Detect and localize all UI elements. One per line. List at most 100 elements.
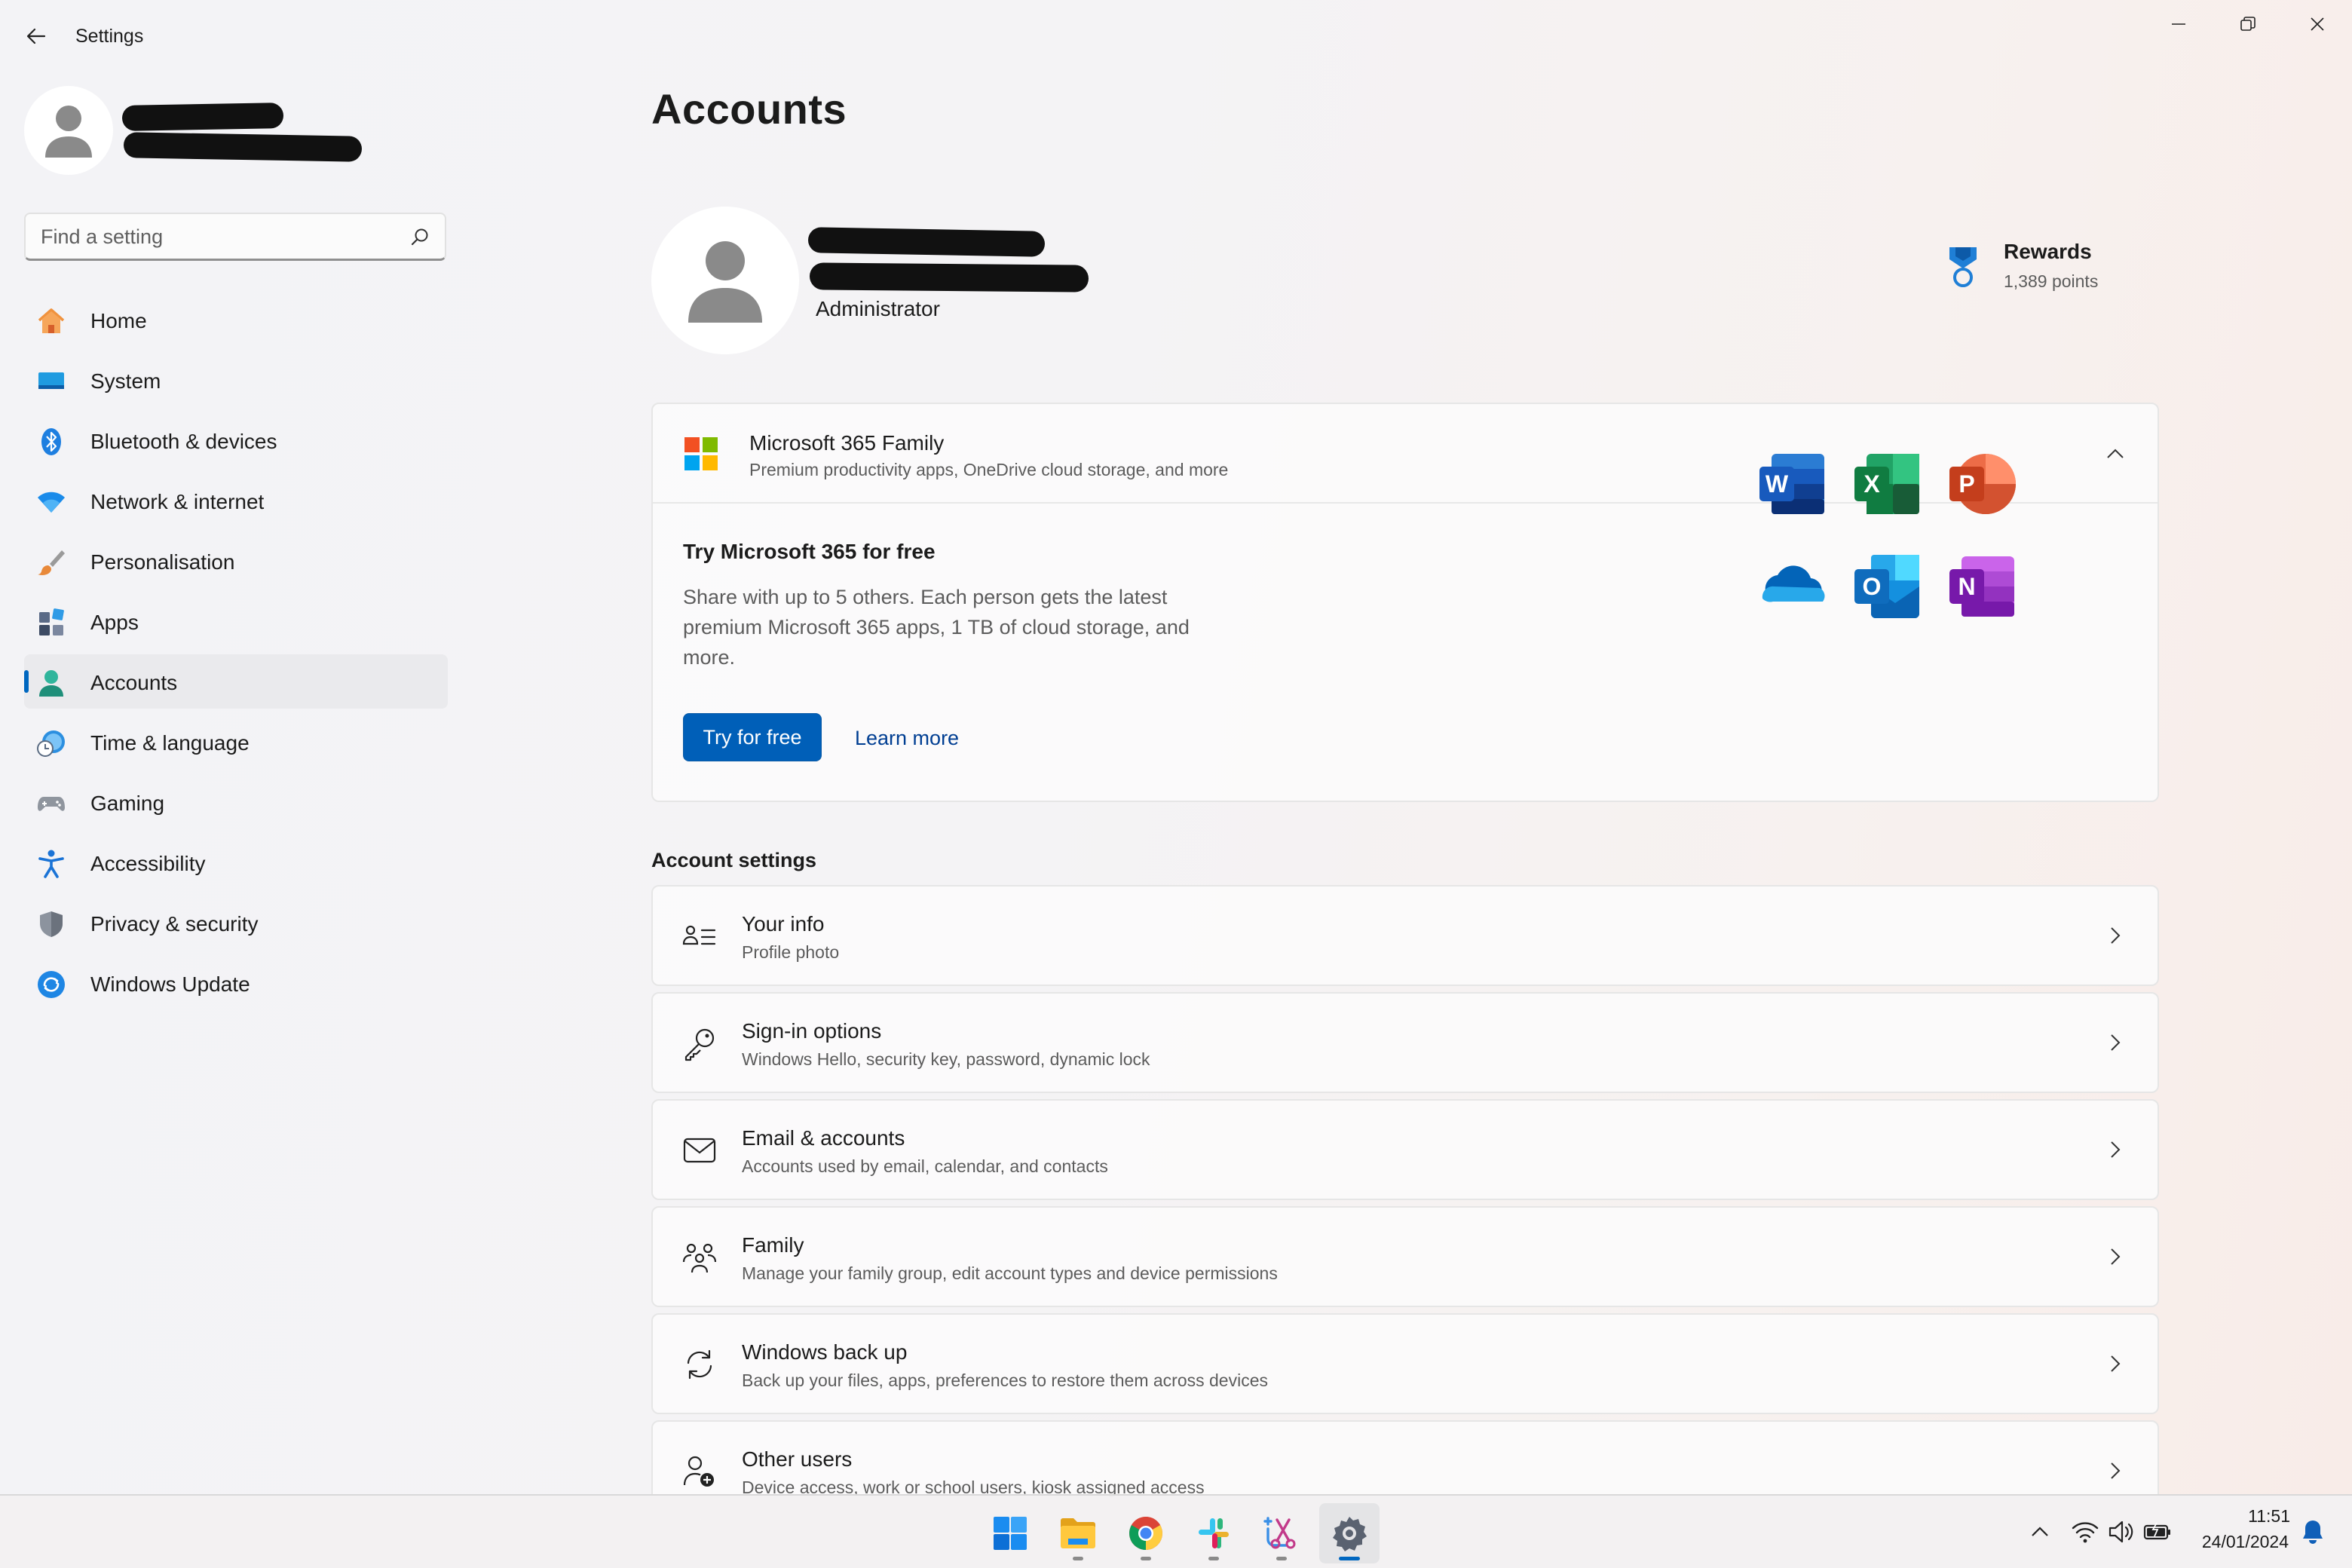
add-user-icon bbox=[683, 1456, 714, 1487]
taskbar-start-button[interactable] bbox=[980, 1503, 1040, 1563]
sidebar-item-windows-update[interactable]: Windows Update bbox=[24, 956, 448, 1010]
rewards-medal-icon bbox=[1949, 247, 1977, 287]
close-button[interactable] bbox=[2283, 3, 2352, 45]
person-icon bbox=[688, 241, 762, 323]
chevron-up-icon[interactable] bbox=[2103, 442, 2127, 466]
sidebar-item-time-language[interactable]: Time & language bbox=[24, 715, 448, 769]
sidebar-item-label: Gaming bbox=[90, 792, 165, 815]
back-button[interactable] bbox=[14, 15, 59, 57]
redacted-user-email bbox=[123, 132, 363, 162]
sidebar-item-system[interactable]: System bbox=[24, 353, 448, 407]
back-arrow-icon bbox=[26, 28, 46, 44]
row-title: Windows back up bbox=[742, 1340, 908, 1364]
running-indicator bbox=[1141, 1557, 1151, 1560]
rewards-widget[interactable]: Rewards 1,389 points bbox=[1945, 238, 2171, 299]
sidebar-item-accessibility[interactable]: Accessibility bbox=[24, 835, 448, 890]
sidebar-item-label: Personalisation bbox=[90, 550, 235, 574]
volume-icon[interactable] bbox=[2106, 1517, 2136, 1547]
redacted-account-name bbox=[807, 227, 1046, 257]
restore-button[interactable] bbox=[2213, 3, 2283, 45]
word-letter: W bbox=[1759, 467, 1794, 501]
shield-icon bbox=[40, 911, 63, 937]
search-icon[interactable] bbox=[410, 227, 430, 247]
title-bar: Settings bbox=[0, 0, 2352, 72]
wifi-tray-icon[interactable] bbox=[2070, 1517, 2100, 1547]
m365-title: Microsoft 365 Family bbox=[749, 431, 945, 455]
user-avatar[interactable] bbox=[24, 86, 113, 175]
clock-time[interactable]: 11:51 bbox=[2170, 1506, 2290, 1527]
sidebar-item-label: Windows Update bbox=[90, 972, 250, 996]
clock-globe-icon bbox=[37, 730, 65, 757]
rewards-points: 1,389 points bbox=[2004, 271, 2099, 291]
sidebar-item-personalisation[interactable]: Personalisation bbox=[24, 534, 448, 588]
running-indicator bbox=[1073, 1557, 1083, 1560]
sidebar-item-accounts[interactable]: Accounts bbox=[24, 654, 448, 709]
minimize-button[interactable] bbox=[2144, 3, 2213, 45]
gamepad-icon bbox=[38, 797, 65, 811]
outlook-letter: O bbox=[1854, 569, 1889, 604]
apps-icon bbox=[39, 608, 64, 635]
wifi-icon bbox=[38, 492, 65, 513]
try-for-free-button[interactable]: Try for free bbox=[683, 713, 822, 761]
notification-bell-icon[interactable] bbox=[2298, 1517, 2328, 1547]
key-icon bbox=[684, 1028, 715, 1061]
search-input[interactable] bbox=[41, 214, 403, 259]
search-box bbox=[24, 213, 446, 261]
chrome-icon bbox=[1129, 1517, 1162, 1550]
row-email-accounts[interactable]: Email & accounts Accounts used by email,… bbox=[651, 1099, 2159, 1200]
m365-header[interactable]: Microsoft 365 Family Premium productivit… bbox=[653, 404, 2158, 504]
page-title: Accounts bbox=[651, 85, 847, 133]
offer-title: Try Microsoft 365 for free bbox=[683, 540, 936, 563]
system-icon bbox=[38, 372, 64, 389]
bluetooth-icon bbox=[41, 428, 61, 455]
redacted-account-email bbox=[809, 262, 1089, 292]
row-your-info[interactable]: Your info Profile photo bbox=[651, 885, 2159, 986]
learn-more-link[interactable]: Learn more bbox=[855, 727, 959, 750]
clock-date[interactable]: 24/01/2024 bbox=[2156, 1532, 2289, 1552]
window-title: Settings bbox=[75, 26, 144, 47]
running-indicator bbox=[1276, 1557, 1287, 1560]
taskbar-snipping-tool[interactable] bbox=[1251, 1503, 1312, 1563]
sidebar-item-bluetooth[interactable]: Bluetooth & devices bbox=[24, 413, 448, 467]
home-icon bbox=[38, 308, 65, 333]
sidebar-item-label: Apps bbox=[90, 611, 139, 634]
excel-icon: X bbox=[1853, 449, 1922, 519]
m365-card: Microsoft 365 Family Premium productivit… bbox=[651, 403, 2159, 802]
row-title: Email & accounts bbox=[742, 1126, 905, 1150]
onenote-icon: N bbox=[1948, 552, 2017, 621]
sidebar-item-label: Home bbox=[90, 309, 147, 332]
word-icon: W bbox=[1758, 449, 1827, 519]
person-card-icon bbox=[682, 925, 716, 945]
chevron-up-tray-icon[interactable] bbox=[2025, 1517, 2055, 1547]
sidebar-item-network[interactable]: Network & internet bbox=[24, 473, 448, 528]
m365-subtitle: Premium productivity apps, OneDrive clou… bbox=[749, 460, 1229, 479]
sidebar-item-label: Accounts bbox=[90, 671, 178, 694]
taskbar-settings[interactable] bbox=[1319, 1503, 1380, 1563]
outlook-icon: O bbox=[1853, 552, 1922, 621]
accounts-icon bbox=[39, 670, 63, 697]
microsoft-logo-icon bbox=[684, 437, 718, 470]
settings-icon bbox=[1333, 1517, 1367, 1551]
taskbar-slack[interactable] bbox=[1184, 1503, 1244, 1563]
row-windows-backup[interactable]: Windows back up Back up your files, apps… bbox=[651, 1313, 2159, 1414]
sidebar-item-label: Privacy & security bbox=[90, 912, 259, 936]
row-title: Family bbox=[742, 1233, 804, 1257]
family-icon bbox=[682, 1243, 717, 1273]
sidebar-item-privacy-security[interactable]: Privacy & security bbox=[24, 896, 448, 950]
row-subtitle: Back up your files, apps, preferences to… bbox=[742, 1370, 1268, 1390]
account-role: Administrator bbox=[816, 297, 940, 320]
chevron-right-icon bbox=[2111, 927, 2121, 944]
taskbar-chrome[interactable] bbox=[1116, 1503, 1176, 1563]
row-sign-in-options[interactable]: Sign-in options Windows Hello, security … bbox=[651, 992, 2159, 1093]
sidebar-item-gaming[interactable]: Gaming bbox=[24, 775, 448, 829]
update-icon bbox=[38, 971, 65, 998]
sidebar-item-home[interactable]: Home bbox=[24, 292, 448, 347]
taskbar-file-explorer[interactable] bbox=[1048, 1503, 1108, 1563]
chevron-right-icon bbox=[2111, 1141, 2121, 1158]
account-avatar[interactable] bbox=[651, 207, 799, 354]
row-subtitle: Profile photo bbox=[742, 942, 840, 962]
sidebar-nav: Home System Bluetooth & devices Network … bbox=[24, 292, 448, 1016]
row-family[interactable]: Family Manage your family group, edit ac… bbox=[651, 1206, 2159, 1307]
sidebar-item-apps[interactable]: Apps bbox=[24, 594, 448, 648]
excel-letter: X bbox=[1854, 467, 1889, 501]
